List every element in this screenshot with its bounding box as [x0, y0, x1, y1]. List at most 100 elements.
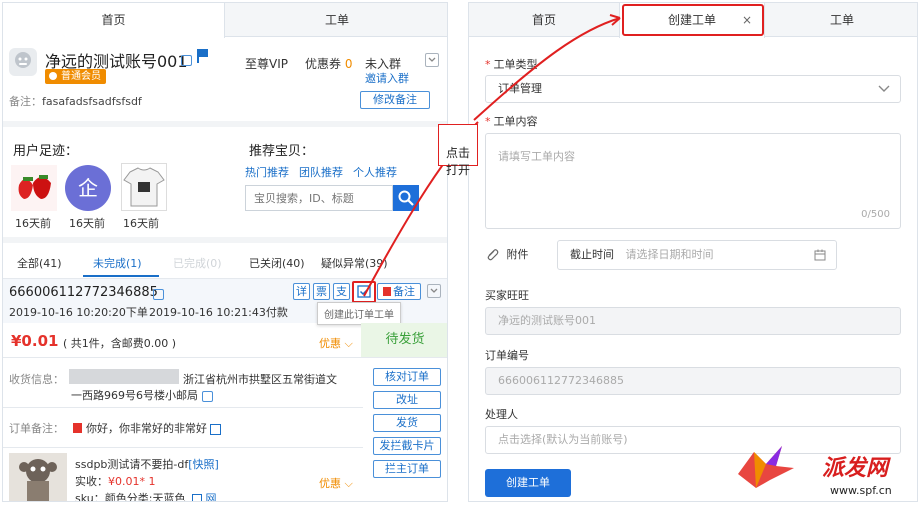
tshirt-thumbnail: [123, 167, 165, 207]
invite-group-link[interactable]: 邀请入群: [365, 70, 409, 86]
buyer-field: 净远的测试账号001: [485, 307, 901, 335]
order-number-label: 订单编号: [485, 349, 529, 362]
verify-order-button[interactable]: 核对订单: [373, 368, 441, 386]
chevron-down-icon: [878, 85, 890, 92]
product-search-input[interactable]: [245, 185, 393, 211]
intercept-order-button[interactable]: 拦主订单: [373, 460, 441, 478]
handler-placeholder: 点击选择(默认为当前账号): [498, 433, 628, 446]
discount-label: 优惠: [319, 337, 341, 350]
order-pay-button[interactable]: 支: [333, 283, 350, 300]
sku-row: sku：颜色分类:天蓝色 网: [75, 490, 216, 501]
address-line1: 浙江省杭州市拱墅区五常街道文: [183, 373, 337, 386]
order-id: 666006112772346885: [9, 285, 158, 300]
actual-label: 实收：: [75, 475, 108, 488]
member-level-badge: 普通会员: [45, 69, 106, 84]
order-tab-active-underline: [83, 275, 159, 277]
ticket-type-label: * 工单类型: [485, 58, 538, 71]
discount-toggle[interactable]: 优惠 ⌵: [319, 335, 353, 351]
recommend-hot-link[interactable]: 热门推荐: [245, 164, 289, 180]
paperclip-icon: [485, 248, 499, 262]
create-ticket-panel: 首页 创建工单 × 工单 * 工单类型 订单管理 * 工单内容 请填写工单内容 0/…: [468, 2, 918, 502]
product-title[interactable]: ssdpb测试请不要拍-df: [75, 458, 188, 471]
actual-price: ¥0.01: [108, 475, 140, 488]
enterprise-logo: 企: [78, 176, 98, 200]
flag-icon[interactable]: [197, 49, 208, 63]
create-ticket-submit-button[interactable]: 创建工单: [485, 469, 571, 497]
create-ticket-icon-button[interactable]: [352, 281, 376, 303]
attachment-label: 附件: [506, 248, 529, 261]
tab-tickets[interactable]: 工单: [765, 3, 917, 37]
vip-level: 至尊VIP: [245, 57, 288, 71]
member-level-text: 普通会员: [61, 71, 101, 82]
handler-label: 处理人: [485, 408, 518, 421]
avatar: [9, 48, 37, 76]
send-intercept-card-button[interactable]: 发拦截卡片: [373, 437, 441, 455]
ship-button[interactable]: 发货: [373, 414, 441, 432]
order-tab-completed[interactable]: 已完成(0): [173, 255, 222, 271]
ticket-content-textarea[interactable]: 请填写工单内容 0/500: [485, 133, 901, 229]
buyer-label: 买家旺旺: [485, 289, 529, 302]
note-row: 备注：fasafadsfsadfsfsdf: [9, 93, 142, 109]
recommend-team-link[interactable]: 团队推荐: [299, 164, 343, 180]
order-invoice-button[interactable]: 票: [313, 283, 330, 300]
product-discount-toggle[interactable]: 优惠 ⌵: [319, 475, 353, 491]
sku-tag[interactable]: 网: [205, 492, 216, 501]
highlight-create-tab-box: [622, 4, 764, 36]
ticket-content-label-text: 工单内容: [493, 115, 538, 128]
deadline-picker[interactable]: 截止时间 请选择日期和时间: [557, 240, 837, 270]
tab-home[interactable]: 首页: [3, 3, 225, 38]
address-line2: 一西路969号6号楼小邮局: [71, 387, 213, 403]
ticket-content-counter: 0/500: [861, 209, 890, 220]
address-line2-text: 一西路969号6号楼小邮局: [71, 389, 198, 402]
edit-icon[interactable]: [210, 423, 221, 435]
order-status-badge: 待发货: [361, 323, 447, 357]
sku-edit-icon[interactable]: [191, 494, 202, 501]
actual-paid-row: 实收：¥0.01* 1: [75, 473, 156, 489]
ticket-type-select[interactable]: 订单管理: [485, 75, 901, 103]
order-tab-abnormal[interactable]: 疑似异常(39): [321, 255, 388, 271]
order-placed-time: 2019-10-16 10:20:20下单: [9, 306, 148, 319]
order-note-label: 订单备注：: [9, 422, 64, 435]
chevron-down-icon: ⌵: [341, 337, 353, 350]
red-flag-icon: [383, 287, 391, 296]
address-copy-icon[interactable]: [201, 390, 213, 402]
product-thumbnail[interactable]: [9, 453, 67, 501]
order-tab-all[interactable]: 全部(41): [17, 255, 62, 271]
edit-note-button[interactable]: 修改备注: [360, 91, 430, 109]
deadline-placeholder: 请选择日期和时间: [625, 248, 714, 261]
order-number-field: 666006112772346885: [485, 367, 901, 395]
copy-icon[interactable]: [181, 53, 192, 66]
strawberry-thumbnail: [11, 165, 57, 211]
attachment-button[interactable]: 附件: [485, 246, 529, 262]
customer-panel: 首页 工单 净远的测试账号001 普通会员 至尊VIP 优惠券 0 未入群 邀请…: [2, 2, 448, 502]
address-label: 收货信息：: [9, 373, 64, 386]
order-tab-pending[interactable]: 未完成(1): [93, 255, 142, 271]
order-tab-closed[interactable]: 已关闭(40): [249, 255, 305, 271]
order-copy-icon[interactable]: [153, 287, 164, 300]
order-collapse-button[interactable]: [427, 284, 441, 298]
order-price: ¥0.01: [11, 332, 59, 350]
footprint-item[interactable]: [11, 165, 57, 211]
search-icon: [398, 190, 414, 206]
search-button[interactable]: [393, 185, 419, 211]
footprint-item[interactable]: [121, 163, 167, 211]
ticket-content-label: * 工单内容: [485, 115, 538, 128]
footprint-time: 16天前: [123, 217, 159, 230]
footprint-time: 16天前: [15, 217, 51, 230]
recommend-personal-link[interactable]: 个人推荐: [353, 164, 397, 180]
left-tabbar: 首页 工单: [3, 3, 447, 38]
tab-tickets[interactable]: 工单: [225, 3, 447, 37]
note-flag-icon: [73, 423, 82, 433]
change-address-button[interactable]: 改址: [373, 391, 441, 409]
product-title-row: ssdpb测试请不要拍-df[快照]: [75, 456, 219, 472]
tab-home[interactable]: 首页: [469, 3, 619, 37]
recommend-title: 推荐宝贝：: [249, 144, 315, 159]
member-crown-icon: [49, 72, 57, 80]
footprint-item[interactable]: 企: [65, 165, 111, 211]
coupon-info[interactable]: 优惠券 0: [305, 55, 352, 72]
footprint-title: 用户足迹：: [13, 144, 79, 159]
snapshot-link[interactable]: [快照]: [188, 458, 219, 471]
order-detail-button[interactable]: 详: [293, 283, 310, 300]
collapse-toggle-button[interactable]: [425, 53, 439, 67]
order-note-button[interactable]: 备注: [377, 283, 421, 300]
